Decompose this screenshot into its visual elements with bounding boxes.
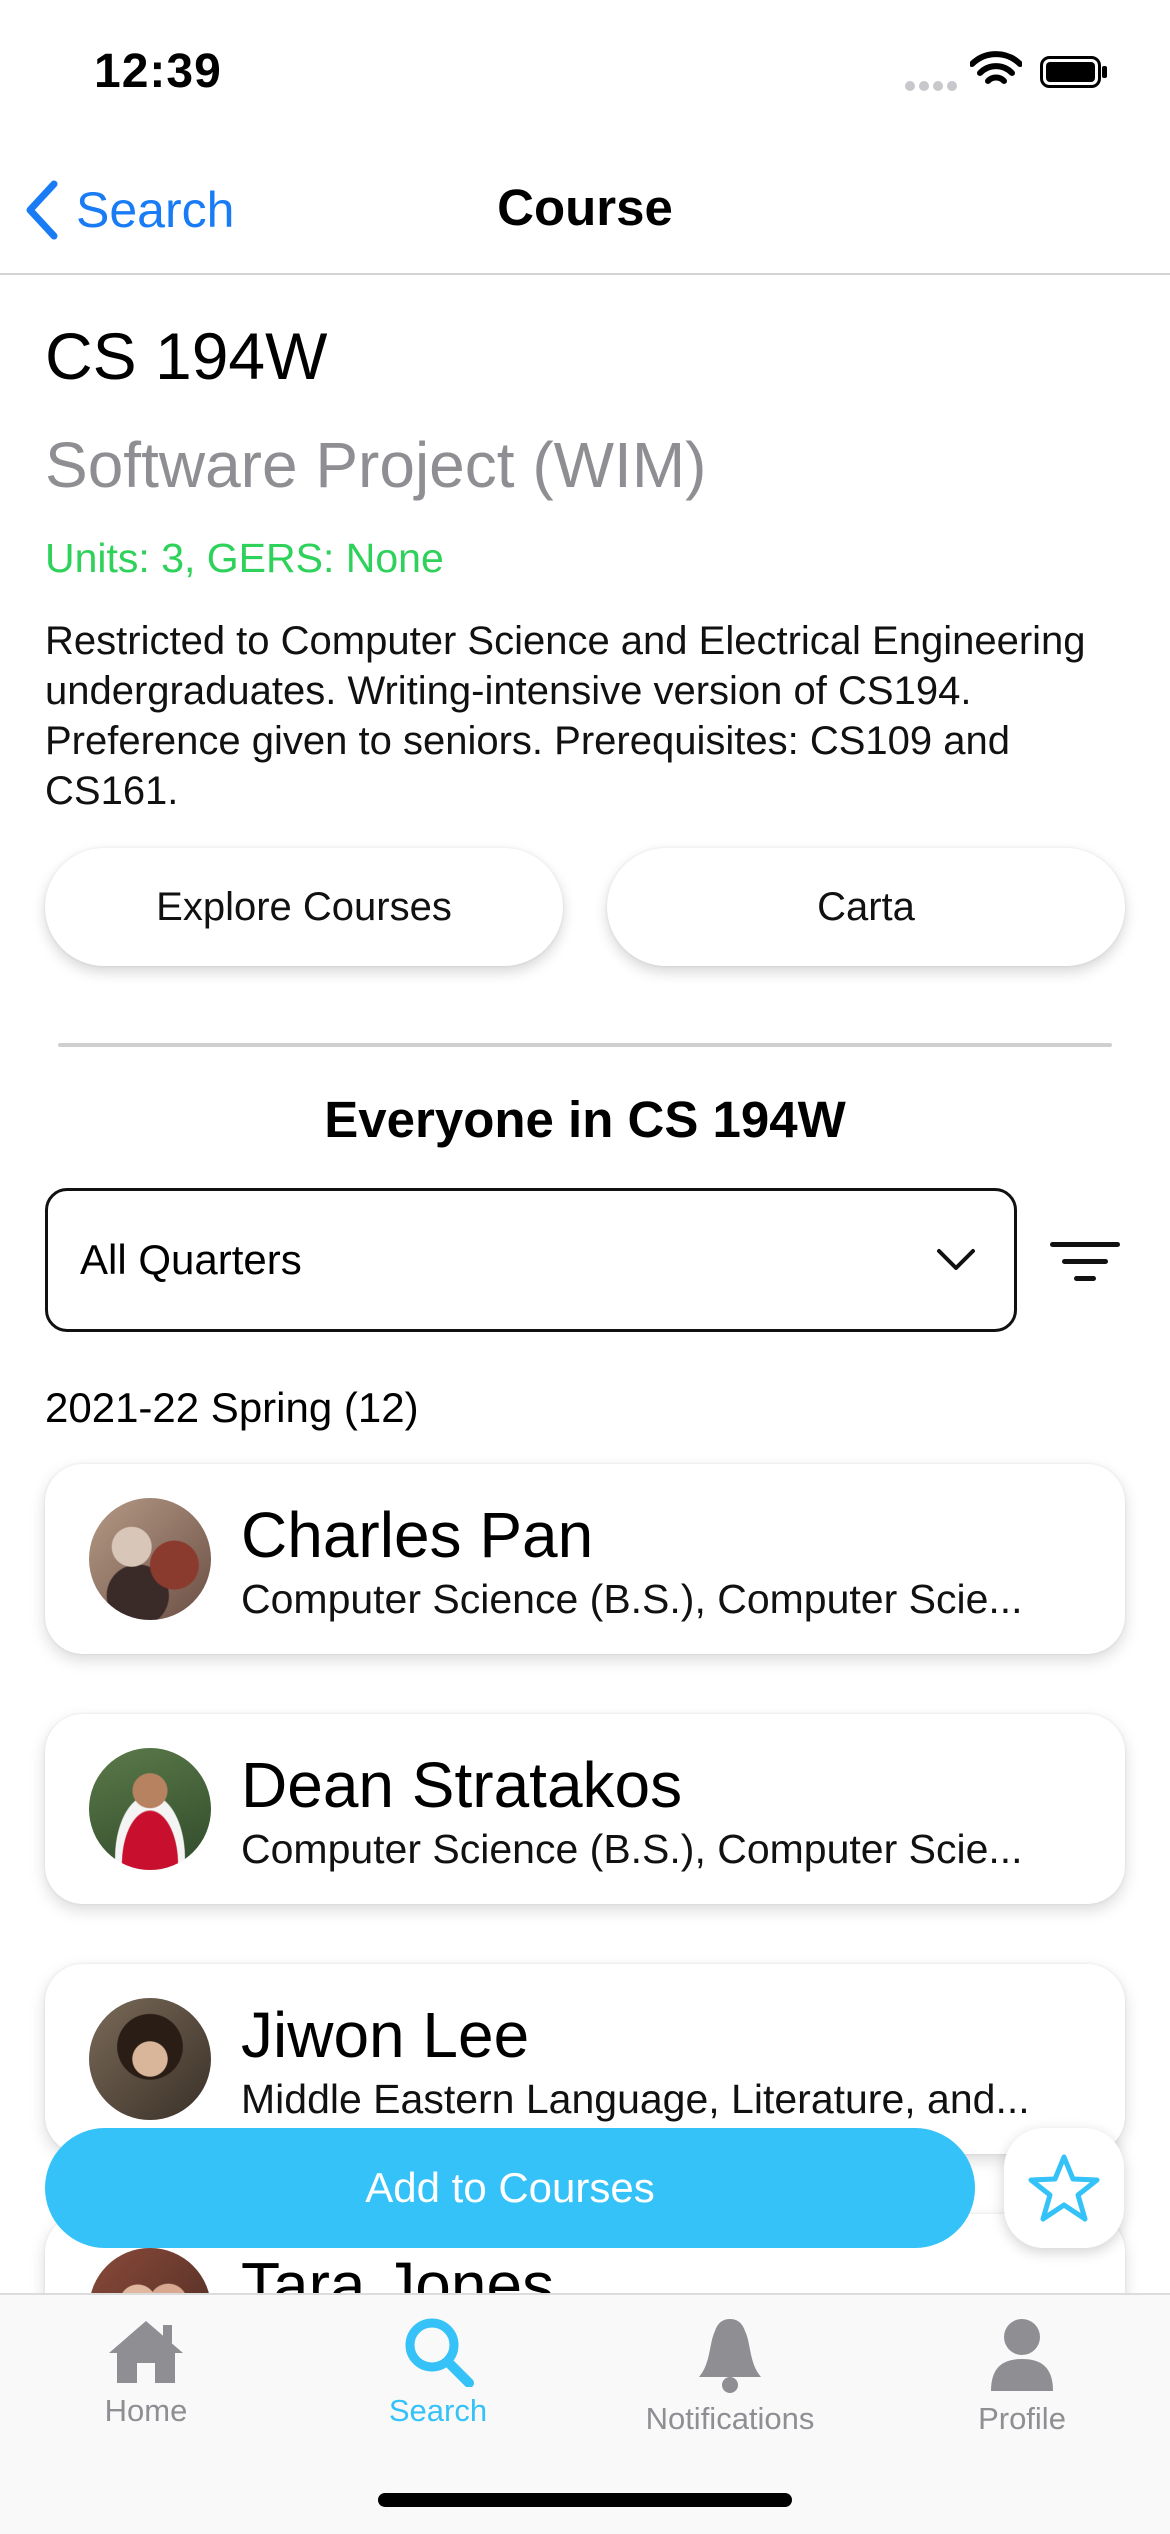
filter-icon[interactable] (1048, 1240, 1122, 1289)
person-icon (991, 2319, 1053, 2391)
tab-label: Search (388, 2393, 488, 2428)
person-card[interactable]: Jiwon Lee Middle Eastern Language, Liter… (45, 1964, 1125, 2154)
course-units-gers: Units: 3, GERS: None (45, 535, 444, 581)
person-card[interactable]: Dean Stratakos Computer Science (B.S.), … (45, 1714, 1125, 1904)
tab-label: Notifications (645, 2401, 815, 2436)
avatar (89, 1748, 211, 1870)
course-description: Restricted to Computer Science and Elect… (45, 619, 1086, 813)
nav-divider (0, 273, 1170, 275)
favorite-button[interactable] (1004, 2128, 1124, 2248)
tab-notifications[interactable]: Notifications (584, 2315, 876, 2437)
tab-profile[interactable]: Profile (876, 2315, 1168, 2437)
chevron-down-icon (937, 1249, 975, 1270)
person-name: Charles Pan (241, 1499, 594, 1571)
star-icon (1028, 2154, 1100, 2222)
quarter-select-value: All Quarters (80, 1236, 302, 1283)
add-to-courses-button[interactable]: Add to Courses (45, 2128, 975, 2248)
home-indicator (378, 2493, 792, 2507)
avatar (89, 1998, 211, 2120)
course-name: Software Project (WIM) (45, 429, 707, 501)
section-divider (58, 1043, 1112, 1047)
course-code: CS 194W (45, 319, 328, 393)
page-title: Course (497, 179, 673, 236)
status-time: 12:39 (94, 45, 222, 98)
explore-courses-button[interactable]: Explore Courses (45, 848, 563, 966)
quarter-heading: 2021-22 Spring (12) (45, 1384, 419, 1431)
person-name: Dean Stratakos (241, 1749, 683, 1821)
person-card[interactable]: Charles Pan Computer Science (B.S.), Com… (45, 1464, 1125, 1654)
tab-label: Home (104, 2393, 188, 2428)
tab-search[interactable]: Search (292, 2315, 584, 2429)
wifi-icon (969, 50, 1023, 95)
search-icon (405, 2318, 474, 2387)
avatar (89, 1498, 211, 1620)
roster-title: Everyone in CS 194W (324, 1091, 846, 1148)
person-name: Jiwon Lee (241, 1999, 530, 2071)
person-major: Computer Science (B.S.), Computer Scie..… (241, 1826, 1023, 1872)
home-icon (109, 2321, 183, 2383)
person-major: Computer Science (B.S.), Computer Scie..… (241, 1576, 1023, 1622)
battery-icon (1040, 56, 1108, 88)
carta-button[interactable]: Carta (607, 848, 1125, 966)
tab-label: Profile (978, 2401, 1066, 2436)
bell-icon (699, 2319, 761, 2393)
tab-home[interactable]: Home (0, 2315, 292, 2429)
cellular-signal-icon (905, 78, 961, 96)
quarter-select[interactable]: All Quarters (45, 1188, 1017, 1332)
person-major: Middle Eastern Language, Literature, and… (241, 2076, 1030, 2122)
